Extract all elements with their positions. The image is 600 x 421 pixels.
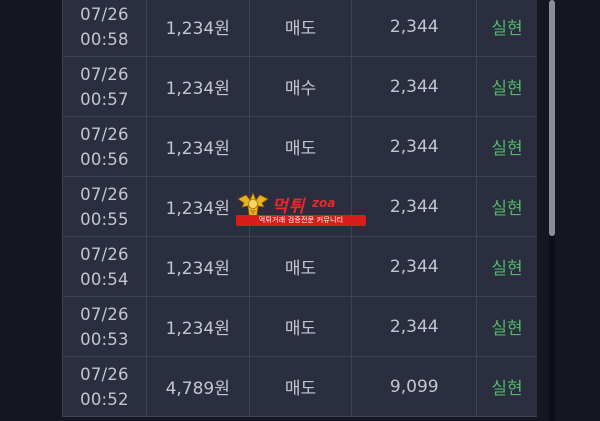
trade-quantity: 9,099 [352, 357, 478, 416]
trade-price: 1,234원 [147, 177, 250, 236]
trade-price: 1,234원 [147, 0, 250, 56]
trade-date-text: 07/26 [80, 364, 129, 384]
trade-status: 실현 [491, 319, 523, 339]
trade-status: 실현 [491, 19, 523, 39]
table-row[interactable]: 07/26 00:52 4,789원 매도 9,099 실현 [63, 357, 537, 417]
trade-quantity: 2,344 [352, 117, 478, 176]
scrollbar-thumb[interactable] [549, 0, 555, 236]
trade-quantity: 2,344 [352, 237, 478, 296]
watermark-logo-text: 먹튀 [272, 197, 306, 217]
trade-type: 매도 [250, 0, 353, 56]
trade-time: 07/26 00:53 [63, 297, 147, 356]
watermark-logo: 먹튀 zoa 먹튀거래 검증전문 커뮤니티 [236, 191, 366, 227]
table-row[interactable]: 07/26 00:53 1,234원 매도 2,344 실현 [63, 297, 537, 357]
trade-clock-text: 00:53 [80, 329, 129, 349]
table-row[interactable]: 07/26 00:58 1,234원 매도 2,344 실현 [63, 0, 537, 57]
trade-type: 매도 [250, 297, 353, 356]
trade-price: 1,234원 [147, 57, 250, 116]
trade-status: 실현 [491, 379, 523, 399]
trade-date-text: 07/26 [80, 304, 129, 324]
trade-type: 매도 [250, 117, 353, 176]
trade-clock-text: 00:57 [80, 89, 129, 109]
trade-clock-text: 00:52 [80, 389, 129, 409]
trade-quantity: 2,344 [352, 0, 478, 56]
trade-status: 실현 [491, 199, 523, 219]
trade-clock-text: 00:58 [80, 29, 129, 49]
trade-price: 4,789원 [147, 357, 250, 416]
trade-status: 실현 [491, 139, 523, 159]
trade-type: 매수 [250, 57, 353, 116]
trade-price: 1,234원 [147, 297, 250, 356]
trade-clock-text: 00:54 [80, 269, 129, 289]
trade-price: 1,234원 [147, 237, 250, 296]
trade-quantity: 2,344 [352, 177, 478, 236]
trade-date-text: 07/26 [80, 184, 129, 204]
trade-type: 매도 [250, 357, 353, 416]
trade-time: 07/26 00:55 [63, 177, 147, 236]
trade-clock-text: 00:55 [80, 209, 129, 229]
trade-time: 07/26 00:56 [63, 117, 147, 176]
trade-status: 실현 [491, 259, 523, 279]
trade-quantity: 2,344 [352, 57, 478, 116]
table-row[interactable]: 07/26 00:57 1,234원 매수 2,344 실현 [63, 57, 537, 117]
trade-quantity: 2,344 [352, 297, 478, 356]
trade-time: 07/26 00:54 [63, 237, 147, 296]
trade-date-text: 07/26 [80, 124, 129, 144]
trade-time: 07/26 00:52 [63, 357, 147, 416]
table-row[interactable]: 07/26 00:56 1,234원 매도 2,344 실현 [63, 117, 537, 177]
table-row[interactable]: 07/26 00:54 1,234원 매도 2,344 실현 [63, 237, 537, 297]
trade-price: 1,234원 [147, 117, 250, 176]
trade-status: 실현 [491, 79, 523, 99]
trade-type: 매도 [250, 237, 353, 296]
trade-date-text: 07/26 [80, 4, 129, 24]
watermark-logo-tail: zoa [312, 196, 336, 210]
trade-time: 07/26 00:58 [63, 0, 147, 56]
watermark-tagline: 먹튀거래 검증전문 커뮤니티 [236, 215, 366, 226]
trade-history-screen: 07/26 00:58 1,234원 매도 2,344 실현 07/26 00:… [0, 0, 600, 421]
trade-date-text: 07/26 [80, 64, 129, 84]
trade-clock-text: 00:56 [80, 149, 129, 169]
trade-date-text: 07/26 [80, 244, 129, 264]
trade-time: 07/26 00:57 [63, 57, 147, 116]
